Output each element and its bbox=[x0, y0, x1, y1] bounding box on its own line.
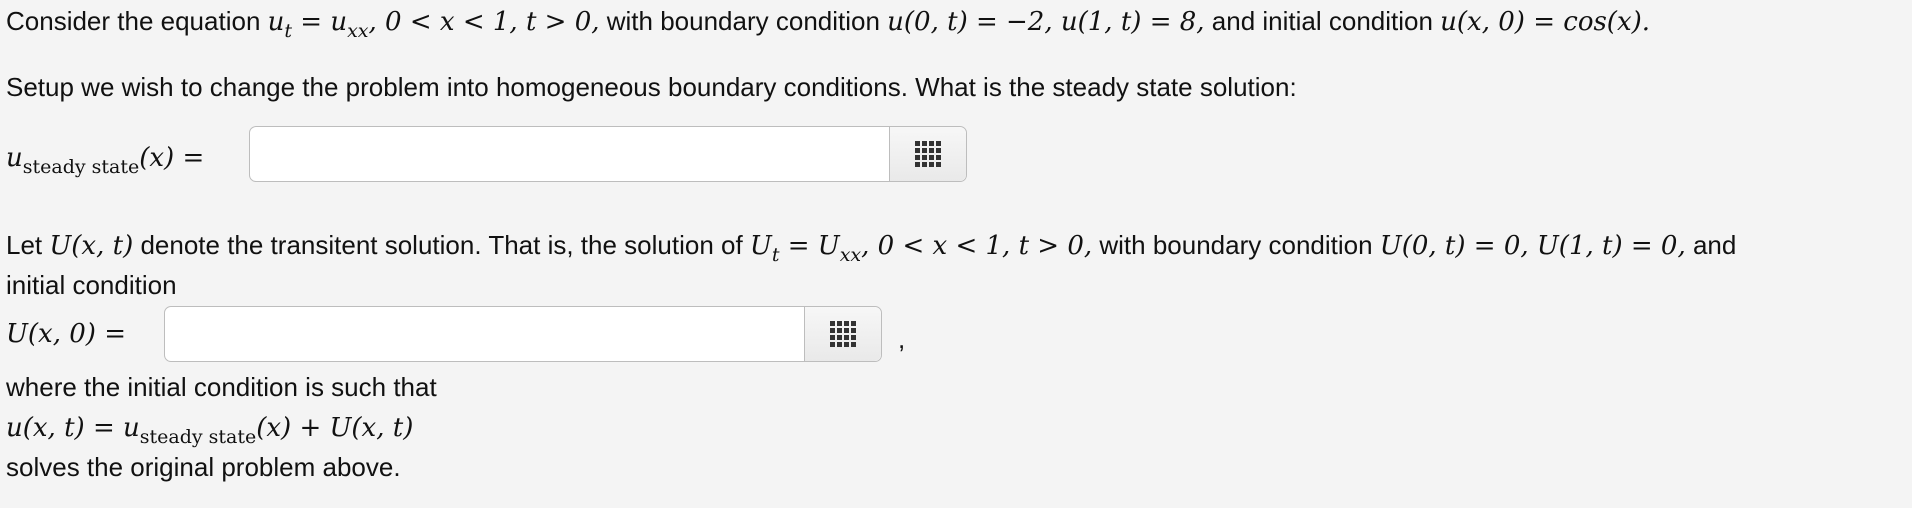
intro-text: Consider the equation bbox=[6, 6, 268, 36]
q2-initial-condition-text: initial condition bbox=[6, 270, 177, 300]
transient-boundary-condition: U(0, t) = 0, U(1, t) = 0, bbox=[1379, 231, 1686, 261]
pde-equation: ut = uxx, 0 < x < 1, t > 0, bbox=[267, 7, 600, 42]
steady-state-input[interactable] bbox=[250, 127, 889, 181]
transient-equation: Ut = Uxx, 0 < x < 1, t > 0, bbox=[749, 231, 1093, 266]
closing-line-1: where the initial condition is such that bbox=[6, 372, 437, 402]
boundary-condition: u(0, t) = −2, u(1, t) = 8, bbox=[887, 7, 1205, 37]
q2-label: U(x, 0) = bbox=[6, 319, 126, 349]
closing-line-3: solves the original problem above. bbox=[6, 452, 401, 482]
intro-text: with boundary condition bbox=[599, 6, 888, 36]
steady-state-answer bbox=[249, 126, 967, 182]
initial-condition-input[interactable] bbox=[165, 307, 804, 361]
grid-icon bbox=[915, 141, 941, 167]
closing-equation: u(x, t) = usteady state(x) + U(x, t) bbox=[6, 413, 414, 448]
q2-line: Let U(x, t) denote the transitent soluti… bbox=[6, 230, 1737, 266]
trailing-comma: , bbox=[898, 324, 906, 354]
q1-prompt: Setup we wish to change the problem into… bbox=[6, 72, 1297, 102]
initial-condition: u(x, 0) = cos(x). bbox=[1440, 7, 1651, 37]
intro-text: and initial condition bbox=[1204, 6, 1441, 36]
equation-editor-button[interactable] bbox=[804, 307, 881, 361]
grid-icon bbox=[830, 321, 856, 347]
equation-editor-button[interactable] bbox=[889, 127, 966, 181]
intro-line: Consider the equation ut = uxx, 0 < x < … bbox=[6, 4, 1650, 48]
initial-condition-answer bbox=[164, 306, 882, 362]
q1-label: usteady state(x) = bbox=[6, 143, 205, 178]
